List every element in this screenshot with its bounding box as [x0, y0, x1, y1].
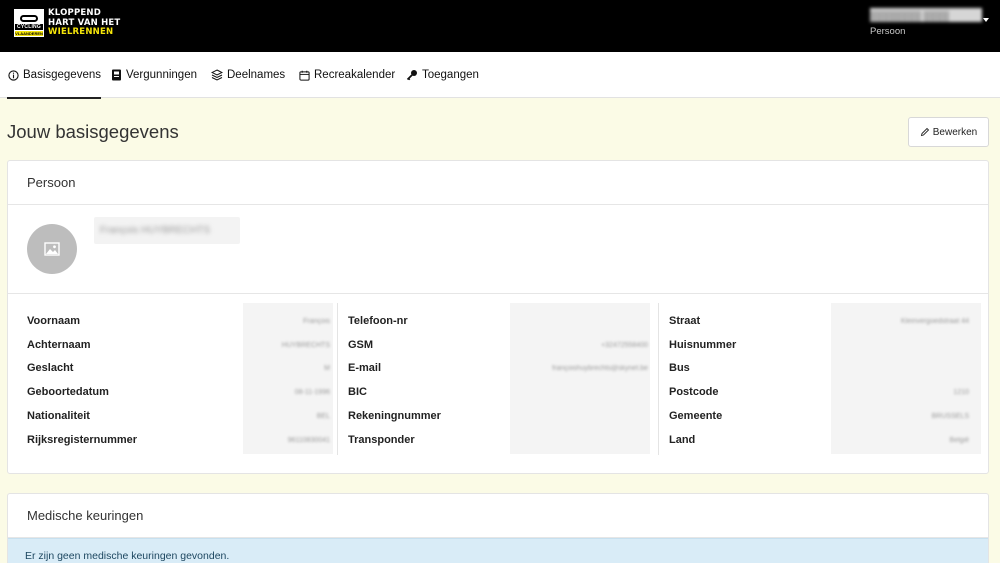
label-geboortedatum: Geboortedatum: [27, 386, 109, 398]
edit-button-label: Bewerken: [932, 126, 978, 138]
key-icon: [406, 69, 418, 81]
person-full-name: François HUYBRECHTS: [94, 217, 240, 244]
label-gemeente: Gemeente: [669, 410, 723, 422]
infinity-icon: [20, 15, 38, 22]
tab-label: Toegangen: [422, 69, 479, 81]
label-bic: BIC: [348, 386, 367, 398]
brand-logo[interactable]: CYCLING VLAANDEREN KLOPPEND HART VAN HET…: [14, 8, 120, 38]
calendar-icon: [298, 69, 310, 81]
label-postcode: Postcode: [669, 386, 719, 398]
value-panel: [510, 303, 650, 454]
user-role: Persoon: [870, 26, 906, 37]
brand-tagline: KLOPPEND HART VAN HET WIELRENNEN: [48, 8, 120, 38]
top-navbar: CYCLING VLAANDEREN KLOPPEND HART VAN HET…: [0, 0, 1000, 52]
tab-label: Basisgegevens: [23, 69, 101, 81]
tab-label: Recreakalender: [314, 69, 396, 81]
tab-vergunningen[interactable]: Vergunningen: [110, 52, 197, 98]
person-card: Persoon François HUYBRECHTS Voornaam Ach…: [7, 160, 989, 474]
label-telefoon: Telefoon-nr: [348, 315, 408, 327]
badge-bottom-text: VLAANDEREN: [15, 31, 43, 36]
medical-card: Medische keuringen Er zijn geen medische…: [7, 493, 989, 563]
layers-icon: [211, 69, 223, 81]
person-card-header: Persoon: [8, 161, 988, 205]
info-circle-icon: [7, 69, 19, 81]
value-straat: Kleinvergoedstraat 44: [900, 318, 969, 325]
value-geboortedatum: 08-11-1996: [294, 389, 330, 396]
user-menu-caret-icon[interactable]: [983, 18, 989, 22]
avatar[interactable]: [27, 224, 77, 274]
label-nationaliteit: Nationaliteit: [27, 410, 90, 422]
value-land: België: [949, 437, 969, 444]
value-panel: [831, 303, 981, 454]
medical-card-header: Medische keuringen: [8, 494, 988, 538]
label-geslacht: Geslacht: [27, 362, 74, 374]
value-rijksregisternummer: 96110830041: [287, 437, 330, 444]
label-voornaam: Voornaam: [27, 315, 80, 327]
tab-label: Vergunningen: [126, 69, 197, 81]
value-postcode: 1210: [953, 389, 969, 396]
value-achternaam: HUYBRECHTS: [281, 342, 330, 349]
label-land: Land: [669, 434, 696, 446]
pencil-icon: [920, 127, 929, 137]
value-email: françoishuybrechts@skynet.be: [552, 365, 648, 372]
label-rekeningnummer: Rekeningnummer: [348, 410, 441, 422]
column-divider: [337, 303, 338, 455]
divider: [8, 293, 988, 294]
value-gemeente: BRUSSELS: [931, 413, 969, 420]
cycling-vlaanderen-badge: CYCLING VLAANDEREN: [14, 9, 44, 37]
edit-button[interactable]: Bewerken: [908, 117, 989, 147]
label-transponder: Transponder: [348, 434, 415, 446]
license-card-icon: [110, 69, 122, 81]
tab-bar: Basisgegevens Vergunningen Deelnames Rec…: [0, 52, 1000, 99]
tab-recreakalender[interactable]: Recreakalender: [298, 52, 395, 98]
value-gsm: +32472558400: [601, 342, 648, 349]
value-voornaam: François: [303, 318, 330, 325]
empty-state-alert: Er zijn geen medische keuringen gevonden…: [8, 538, 988, 563]
label-straat: Straat: [669, 315, 701, 327]
column-divider: [658, 303, 659, 455]
brand-line-3: WIELRENNEN: [48, 27, 114, 37]
label-huisnummer: Huisnummer: [669, 339, 737, 351]
label-gsm: GSM: [348, 339, 374, 351]
image-placeholder-icon: [44, 242, 60, 256]
label-email: E-mail: [348, 362, 382, 374]
user-name-redacted[interactable]: ████████ ████: [870, 8, 982, 22]
value-geslacht: M: [324, 365, 330, 372]
page-title: Jouw basisgegevens: [7, 121, 179, 142]
label-bus: Bus: [669, 362, 690, 374]
value-panel: [243, 303, 333, 454]
label-rijksregisternummer: Rijksregisternummer: [27, 434, 138, 446]
tab-label: Deelnames: [227, 69, 286, 81]
label-achternaam: Achternaam: [27, 339, 91, 351]
tab-toegangen[interactable]: Toegangen: [406, 52, 479, 98]
badge-top-text: CYCLING: [15, 24, 43, 30]
tab-deelnames[interactable]: Deelnames: [211, 52, 285, 98]
tab-basisgegevens[interactable]: Basisgegevens: [7, 52, 101, 99]
value-nationaliteit: BEL: [316, 413, 330, 420]
